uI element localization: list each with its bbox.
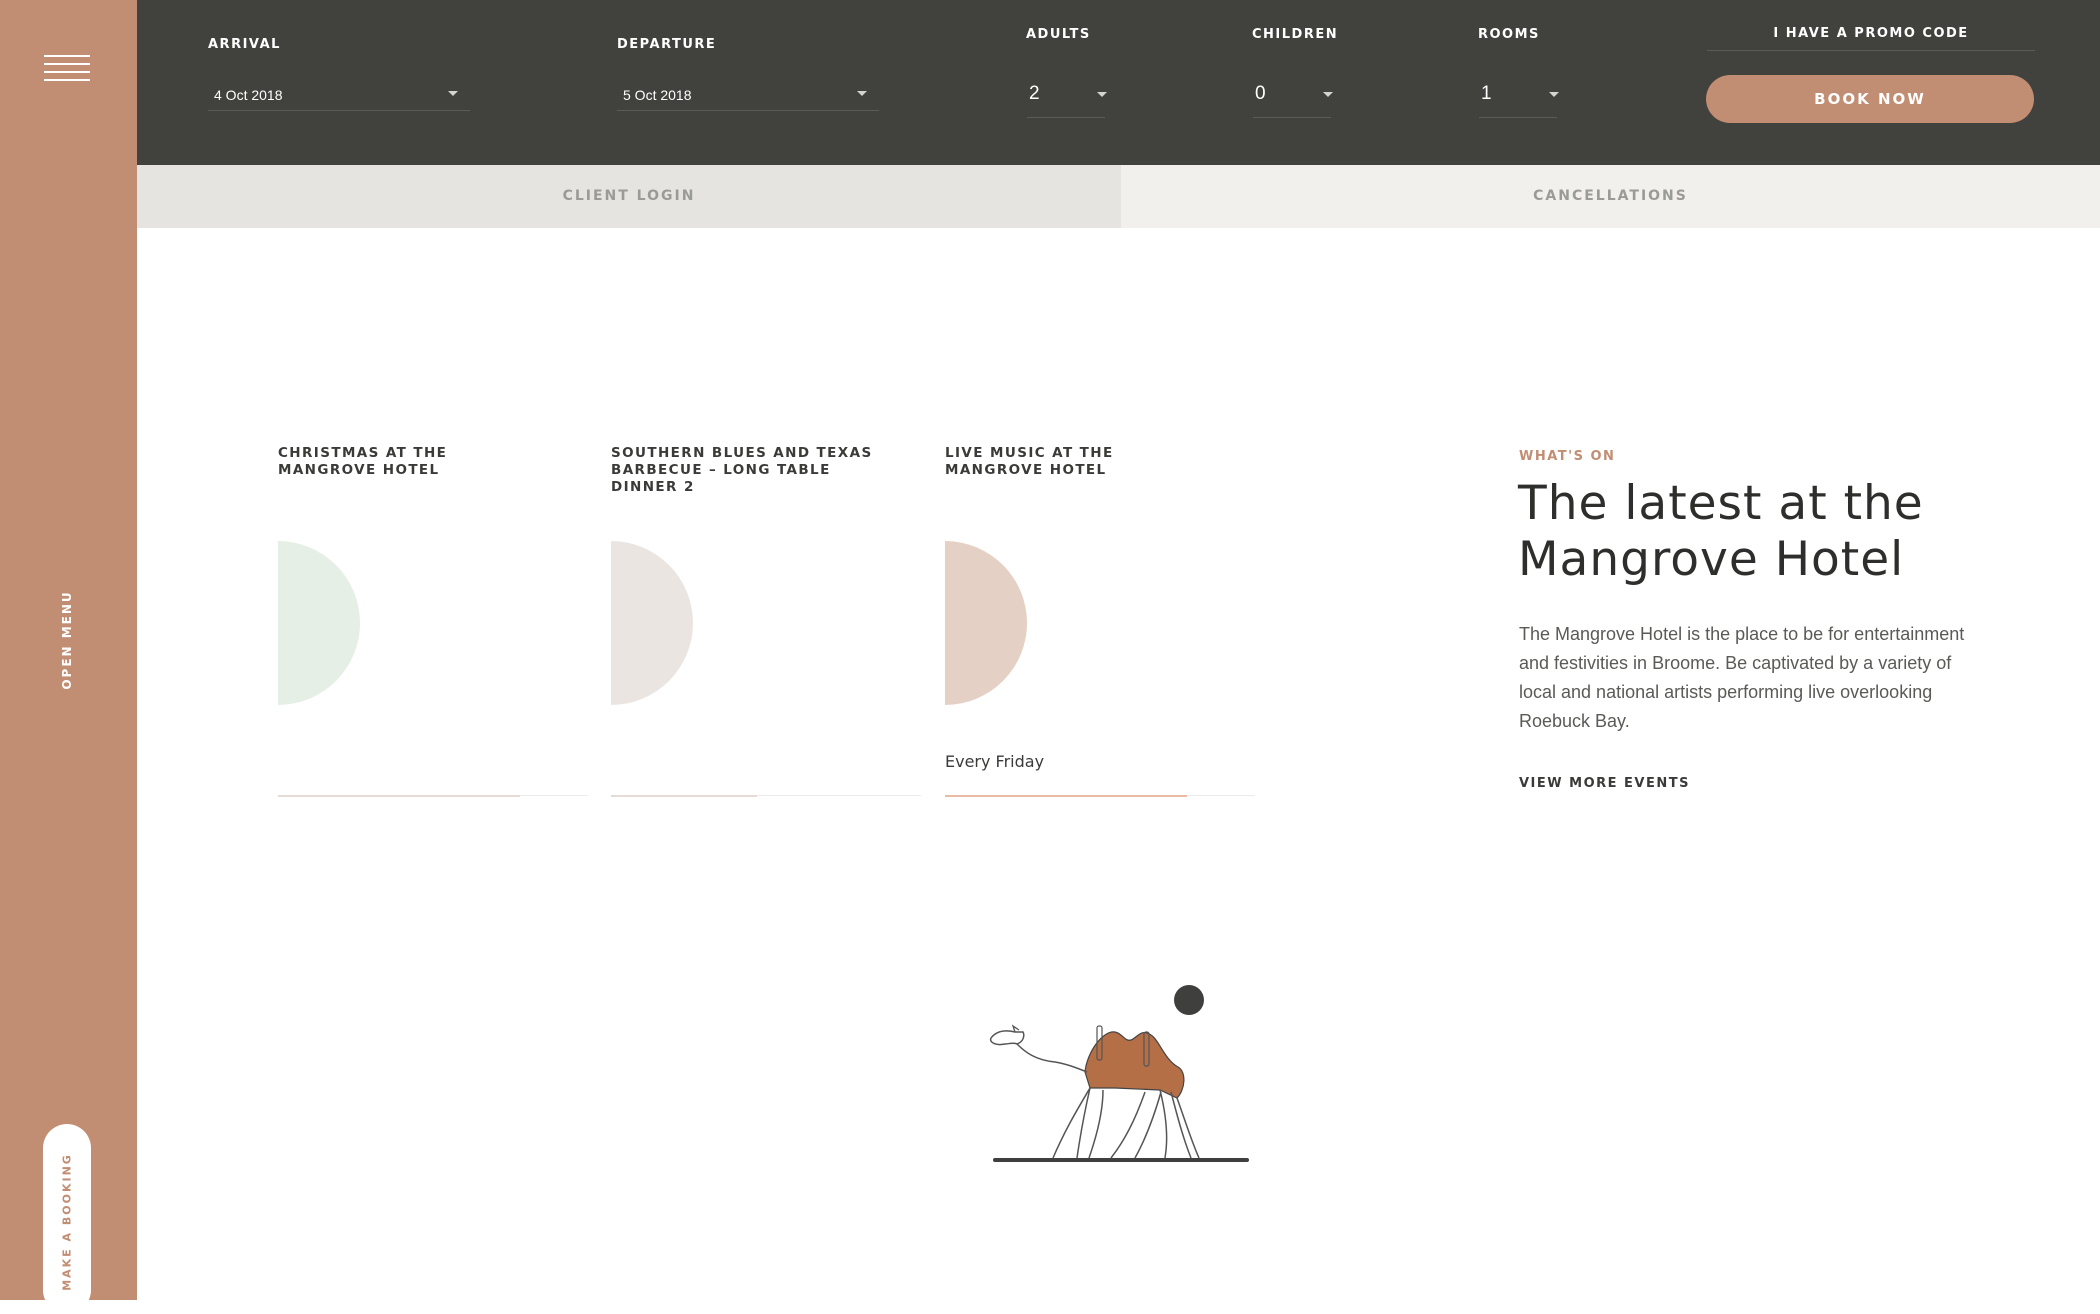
departure-label: DEPARTURE (617, 37, 717, 52)
departure-value: 5 Oct 2018 (623, 87, 692, 103)
chevron-down-icon (857, 91, 867, 96)
event-title: LIVE MUSIC AT THE MANGROVE HOTEL (945, 445, 1114, 478)
chevron-down-icon (448, 91, 458, 96)
open-menu-button[interactable]: OPEN MENU (60, 590, 74, 689)
tab-cancellations[interactable]: CANCELLATIONS (1121, 165, 2100, 228)
event-thumbnail (278, 541, 360, 705)
event-progress (278, 795, 520, 797)
event-progress-track (278, 795, 588, 797)
arrival-value: 4 Oct 2018 (214, 87, 283, 103)
event-card[interactable]: CHRISTMAS AT THE MANGROVE HOTEL (278, 445, 588, 797)
chevron-down-icon (1323, 92, 1333, 97)
departure-date-field[interactable]: 5 Oct 2018 (617, 81, 879, 111)
chevron-down-icon (1549, 92, 1559, 97)
event-card[interactable]: SOUTHERN BLUES AND TEXAS BARBECUE – LONG… (611, 445, 921, 797)
promo-code-link[interactable]: I HAVE A PROMO CODE (1707, 26, 2035, 51)
adults-select[interactable]: 2 (1027, 78, 1107, 118)
make-booking-label: MAKE A BOOKING (60, 1153, 74, 1291)
book-now-button[interactable]: BOOK NOW (1706, 75, 2034, 123)
event-date: Every Friday (945, 752, 1045, 771)
adults-label: ADULTS (1026, 27, 1091, 42)
section-headline: The latest at the Mangrove Hotel (1518, 476, 1924, 587)
children-label: CHILDREN (1252, 27, 1339, 42)
children-value: 0 (1255, 83, 1266, 104)
section-eyebrow: WHAT'S ON (1519, 449, 1616, 464)
rooms-value: 1 (1481, 83, 1492, 104)
adults-value: 2 (1029, 83, 1040, 104)
arrival-label: ARRIVAL (208, 37, 281, 52)
event-progress-track (611, 795, 921, 797)
event-thumbnail (945, 541, 1027, 705)
event-progress (611, 795, 757, 797)
rooms-label: ROOMS (1478, 27, 1540, 42)
arrival-date-field[interactable]: 4 Oct 2018 (208, 81, 470, 111)
section-description: The Mangrove Hotel is the place to be fo… (1519, 624, 1965, 731)
sun-icon (1174, 985, 1204, 1015)
booking-bar: ARRIVAL 4 Oct 2018 DEPARTURE 5 Oct 2018 … (137, 0, 2100, 165)
event-progress (945, 795, 1187, 797)
children-select[interactable]: 0 (1253, 78, 1333, 118)
hamburger-icon[interactable] (44, 55, 90, 83)
event-title: SOUTHERN BLUES AND TEXAS BARBECUE – LONG… (611, 445, 873, 495)
event-title: CHRISTMAS AT THE MANGROVE HOTEL (278, 445, 448, 478)
event-card[interactable]: LIVE MUSIC AT THE MANGROVE HOTEL Every F… (945, 445, 1255, 797)
sidebar: OPEN MENU MAKE A BOOKING (0, 0, 137, 1314)
chevron-down-icon (1097, 92, 1107, 97)
rooms-select[interactable]: 1 (1479, 78, 1559, 118)
camel-illustration (989, 985, 1249, 1162)
event-thumbnail (611, 541, 693, 705)
event-progress-track (945, 795, 1255, 797)
tab-client-login[interactable]: CLIENT LOGIN (137, 165, 1121, 228)
view-more-events-link[interactable]: VIEW MORE EVENTS (1519, 776, 1690, 791)
